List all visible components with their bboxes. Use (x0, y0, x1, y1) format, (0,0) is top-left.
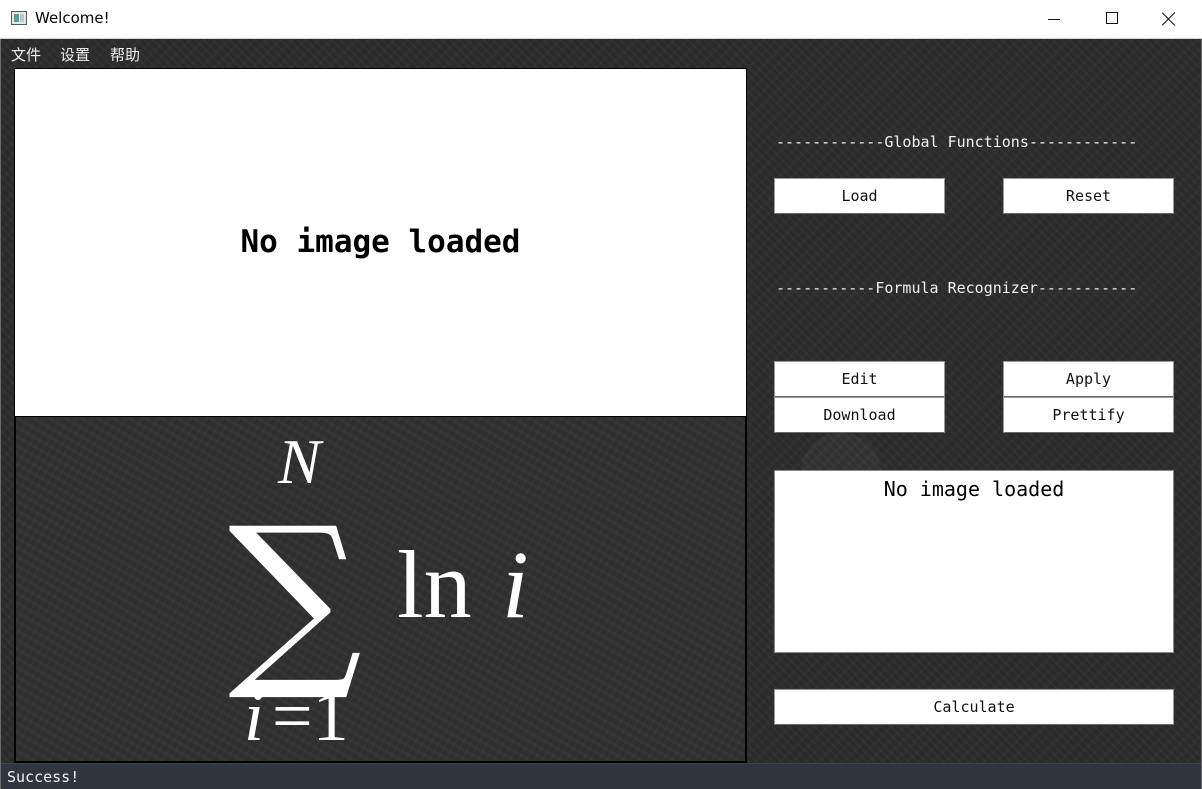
maximize-button[interactable] (1083, 0, 1141, 38)
formula-function: ln (397, 531, 472, 638)
menu-settings[interactable]: 设置 (60, 44, 90, 65)
download-button[interactable]: Download (774, 397, 945, 433)
menu-bar: 文件 设置 帮助 (1, 39, 301, 67)
global-functions-heading: ------------Global Functions------------ (776, 133, 1138, 151)
formula-variable: i (502, 531, 529, 638)
formula-recognizer-heading: -----------Formula Recognizer----------- (776, 279, 1138, 297)
title-bar[interactable]: Welcome! (0, 0, 1202, 39)
minimize-button[interactable] (1025, 0, 1083, 38)
edit-button[interactable]: Edit (774, 361, 945, 397)
prettify-button[interactable]: Prettify (1003, 397, 1174, 433)
calculate-button[interactable]: Calculate (774, 689, 1174, 725)
image-preview: No image loaded (14, 68, 747, 417)
apply-button[interactable]: Apply (1003, 361, 1174, 397)
formula-render-panel: N ∑ ln i i =1 (14, 416, 747, 763)
result-text: No image loaded (883, 477, 1065, 501)
client-area: 文件 设置 帮助 No image loaded N ∑ ln i i =1 -… (1, 39, 1201, 763)
window-title: Welcome! (35, 9, 110, 27)
formula-sum-operator: ∑ (228, 487, 362, 706)
app-icon (11, 11, 27, 25)
minimize-icon (1048, 19, 1060, 20)
maximize-icon (1106, 12, 1118, 24)
load-button[interactable]: Load (774, 178, 945, 214)
close-button[interactable] (1141, 0, 1199, 38)
result-display: No image loaded (774, 470, 1174, 653)
close-icon (1161, 11, 1177, 27)
menu-file[interactable]: 文件 (11, 44, 41, 65)
reset-button[interactable]: Reset (1003, 178, 1174, 214)
formula-lower-limit-var: i (244, 676, 264, 756)
status-bar: Success! (1, 763, 1201, 789)
menu-help[interactable]: 帮助 (110, 44, 140, 65)
image-preview-placeholder: No image loaded (240, 223, 521, 260)
status-message: Success! (7, 768, 80, 786)
formula-lower-limit-eq: =1 (272, 676, 349, 756)
formula-render: N ∑ ln i i =1 (228, 426, 529, 756)
